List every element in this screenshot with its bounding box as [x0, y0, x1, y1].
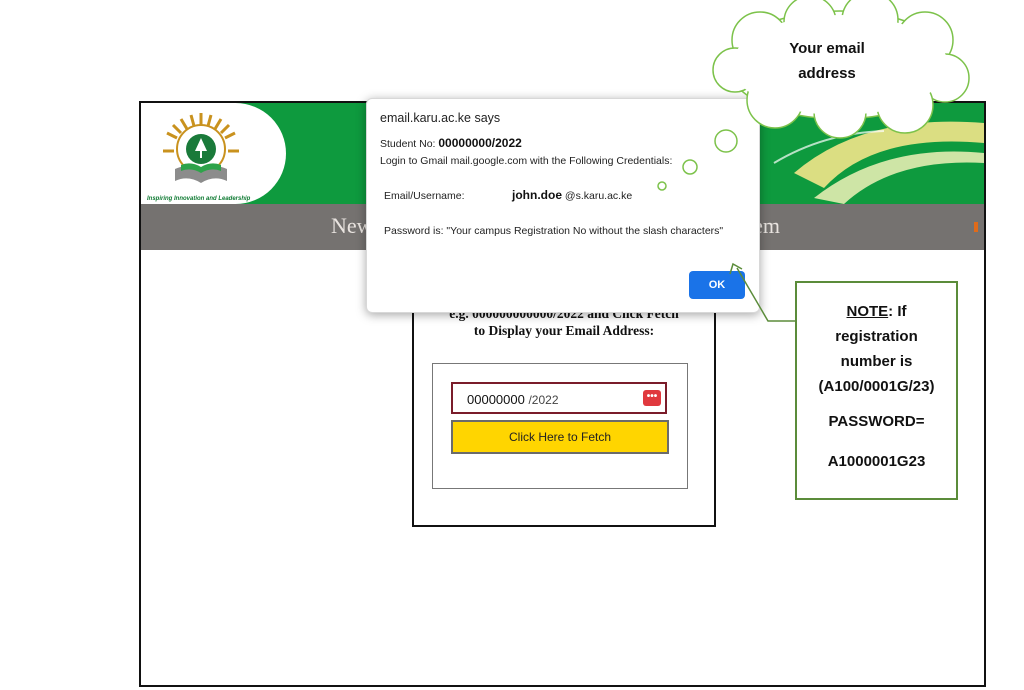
fetch-form: 00000000 /2022 ••• Click Here to Fetch: [432, 363, 688, 489]
note-line-1: NOTE: If: [797, 299, 956, 324]
cloud-line-1: Your email: [789, 40, 865, 57]
password-example: A1000001G23: [827, 453, 926, 470]
registration-digits: 00000000: [467, 392, 525, 407]
tagline: Inspiring Innovation and Leadership: [147, 196, 251, 202]
password-hint: Password is: "Your campus Registration N…: [384, 225, 724, 237]
email-domain: @s.karu.ac.ke: [564, 190, 633, 202]
cloud-line-2: address: [798, 65, 856, 82]
password-label: PASSWORD=: [828, 413, 925, 430]
student-no-value: 00000000/2022: [438, 136, 522, 150]
instruction-line-2: to Display your Email Address:: [473, 323, 655, 338]
registration-suffix: /2022: [528, 393, 559, 407]
student-no-line: Student No: 00000000/2022: [380, 136, 522, 150]
registration-number-value: 00000000 /2022: [467, 392, 559, 407]
logo-area: Inspiring Innovation and Leadership: [141, 103, 286, 204]
email-user: john.doe: [512, 188, 562, 202]
note-text: NOTE: If registration number is (A100/00…: [797, 299, 956, 399]
note-line-1-rest: : If: [888, 303, 907, 320]
cloud-caption: Your email address: [772, 36, 882, 86]
note-line-4: (A100/0001G/23): [818, 378, 935, 395]
email-label: Email/Username:: [384, 190, 465, 202]
registration-number-input[interactable]: 00000000 /2022 •••: [451, 382, 667, 414]
password-manager-icon[interactable]: •••: [643, 390, 661, 406]
university-logo: [163, 113, 239, 183]
thought-cloud: [712, 0, 970, 153]
password-note: NOTE: If registration number is (A100/00…: [795, 281, 958, 500]
email-address: john.doe @s.karu.ac.ke: [512, 188, 632, 202]
ok-button[interactable]: OK: [689, 271, 745, 299]
student-no-label: Student No:: [380, 138, 436, 150]
note-label: NOTE: [846, 303, 889, 320]
note-line-2: registration: [835, 328, 918, 345]
fetch-button[interactable]: Click Here to Fetch: [451, 420, 669, 454]
note-line-3: number is: [840, 353, 913, 370]
login-instruction: Login to Gmail mail.google.com with the …: [380, 155, 673, 167]
title-accent-mark: [974, 222, 978, 232]
dialog-title: email.karu.ac.ke says: [380, 111, 501, 125]
